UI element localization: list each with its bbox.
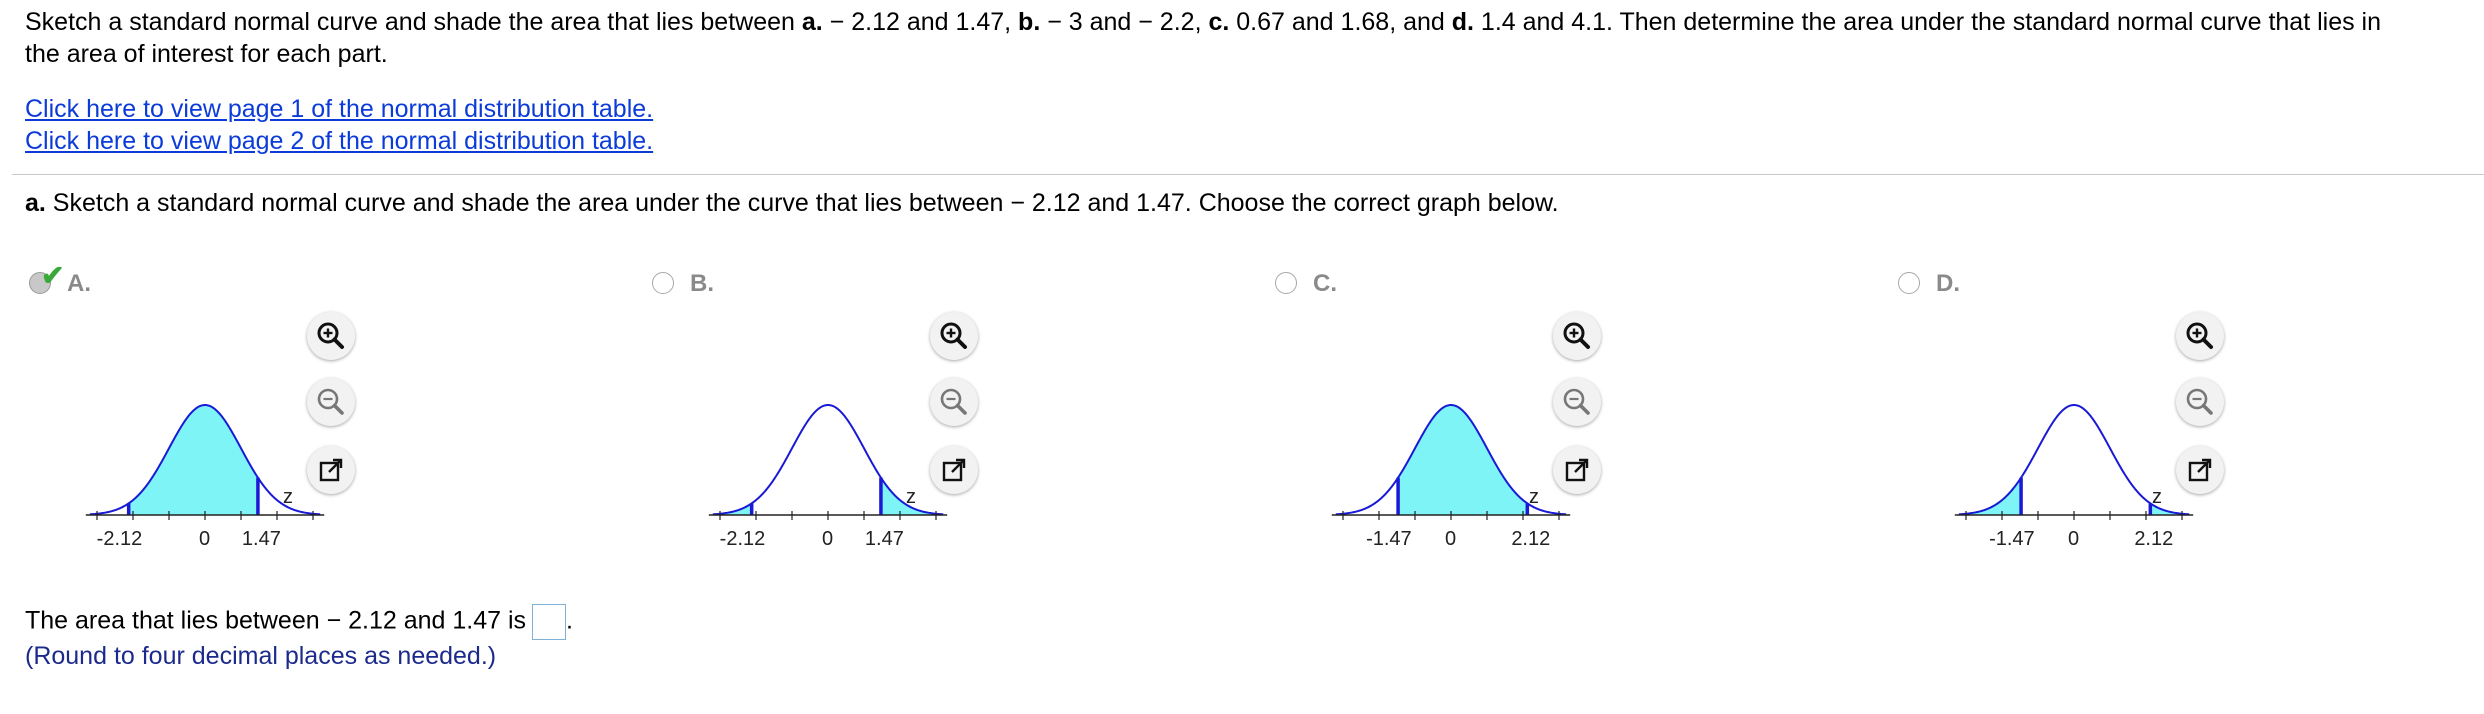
tick-label: -2.12 bbox=[96, 528, 143, 550]
part-b-label: b. bbox=[1018, 8, 1041, 36]
part-d-label: d. bbox=[1451, 8, 1474, 36]
prompt-text-line2: the area of interest for each part. bbox=[25, 40, 388, 68]
pop-out-icon bbox=[319, 458, 343, 482]
prompt-text: 1.4 and 4.1. Then determine the area und… bbox=[1473, 8, 2382, 36]
zoom-out-icon bbox=[940, 388, 967, 415]
part-c-label: c. bbox=[1208, 8, 1230, 36]
option-label[interactable]: B. bbox=[690, 270, 714, 298]
zoom-in-button[interactable] bbox=[1553, 312, 1601, 360]
option-radio[interactable] bbox=[1898, 272, 1920, 294]
axis-label-z: z bbox=[283, 486, 293, 508]
question-body: Sketch a standard normal curve and shade… bbox=[45, 189, 1559, 217]
zoom-in-icon bbox=[940, 322, 967, 349]
question-text: a. Sketch a standard normal curve and sh… bbox=[25, 189, 1559, 218]
axis-label-z: z bbox=[2152, 486, 2162, 508]
prompt-text: 0.67 and 1.68, and bbox=[1229, 8, 1452, 36]
problem-prompt: Sketch a standard normal curve and shade… bbox=[25, 6, 2484, 70]
zoom-out-icon bbox=[2186, 388, 2213, 415]
tick-label: -1.47 bbox=[1366, 528, 1412, 550]
zoom-out-button[interactable] bbox=[930, 378, 978, 426]
option-label[interactable]: C. bbox=[1313, 270, 1337, 298]
tick-label: -1.47 bbox=[1989, 528, 2035, 550]
option-radio[interactable] bbox=[652, 272, 674, 294]
zoom-in-icon bbox=[1563, 322, 1590, 349]
prompt-text: Sketch a standard normal curve and shade… bbox=[25, 8, 802, 36]
answer-text: The area that lies between − 2.12 and 1.… bbox=[25, 606, 527, 635]
zoom-out-button[interactable] bbox=[2176, 378, 2224, 426]
option-label[interactable]: D. bbox=[1936, 270, 1960, 298]
pop-out-button[interactable] bbox=[1553, 446, 1601, 494]
zoom-in-button[interactable] bbox=[2176, 312, 2224, 360]
zoom-in-icon bbox=[2186, 322, 2213, 349]
pop-out-button[interactable] bbox=[930, 446, 978, 494]
tick-label: 1.47 bbox=[241, 528, 281, 550]
shaded-area bbox=[1958, 478, 2022, 515]
answer-period: . bbox=[566, 606, 573, 635]
tick-label: 0 bbox=[2068, 528, 2080, 550]
option-d: D. -1.47 0 2.12 z bbox=[1894, 260, 2484, 560]
pop-out-icon bbox=[2188, 458, 2212, 482]
tick-label: 0 bbox=[822, 528, 834, 550]
rounding-hint: (Round to four decimal places as needed.… bbox=[25, 642, 497, 670]
zoom-out-button[interactable] bbox=[1553, 378, 1601, 426]
question-part-label: a. bbox=[25, 189, 46, 217]
tick-label: -2.12 bbox=[719, 528, 766, 550]
table-page1-link[interactable]: Click here to view page 1 of the normal … bbox=[25, 95, 653, 124]
shaded-area bbox=[128, 405, 258, 515]
shaded-area bbox=[1398, 405, 1528, 515]
axis-label-z: z bbox=[906, 486, 916, 508]
pop-out-icon bbox=[942, 458, 966, 482]
axis-label-z: z bbox=[1529, 486, 1539, 508]
option-label[interactable]: A. bbox=[67, 270, 91, 298]
zoom-in-icon bbox=[317, 322, 344, 349]
option-a: ✔ A. -2.12 0 1.47 z bbox=[25, 260, 625, 560]
prompt-text: − 2.12 and 1.47, bbox=[822, 8, 1019, 36]
divider bbox=[12, 174, 2484, 175]
tick-label: 0 bbox=[1445, 528, 1457, 550]
answer-line: The area that lies between − 2.12 and 1.… bbox=[25, 604, 573, 640]
part-a-label: a. bbox=[801, 8, 823, 36]
pop-out-icon bbox=[1565, 458, 1589, 482]
table-page2-link[interactable]: Click here to view page 2 of the normal … bbox=[25, 127, 653, 156]
pop-out-button[interactable] bbox=[307, 446, 355, 494]
tick-label: 0 bbox=[199, 528, 211, 550]
tick-label: 1.47 bbox=[864, 528, 904, 550]
checkmark-icon: ✔ bbox=[41, 260, 65, 291]
option-c: C. -1.47 0 2.12 z bbox=[1271, 260, 1871, 560]
zoom-out-icon bbox=[1563, 388, 1590, 415]
option-b: B. -2.12 0 1.47 z bbox=[648, 260, 1248, 560]
tick-label: 2.12 bbox=[2134, 528, 2174, 550]
zoom-in-button[interactable] bbox=[307, 312, 355, 360]
tick-label: 2.12 bbox=[1511, 528, 1551, 550]
zoom-out-icon bbox=[317, 388, 344, 415]
prompt-text: − 3 and − 2.2, bbox=[1040, 8, 1209, 36]
pop-out-button[interactable] bbox=[2176, 446, 2224, 494]
answer-input[interactable] bbox=[532, 604, 567, 640]
option-radio[interactable] bbox=[1275, 272, 1297, 294]
zoom-in-button[interactable] bbox=[930, 312, 978, 360]
zoom-out-button[interactable] bbox=[307, 378, 355, 426]
